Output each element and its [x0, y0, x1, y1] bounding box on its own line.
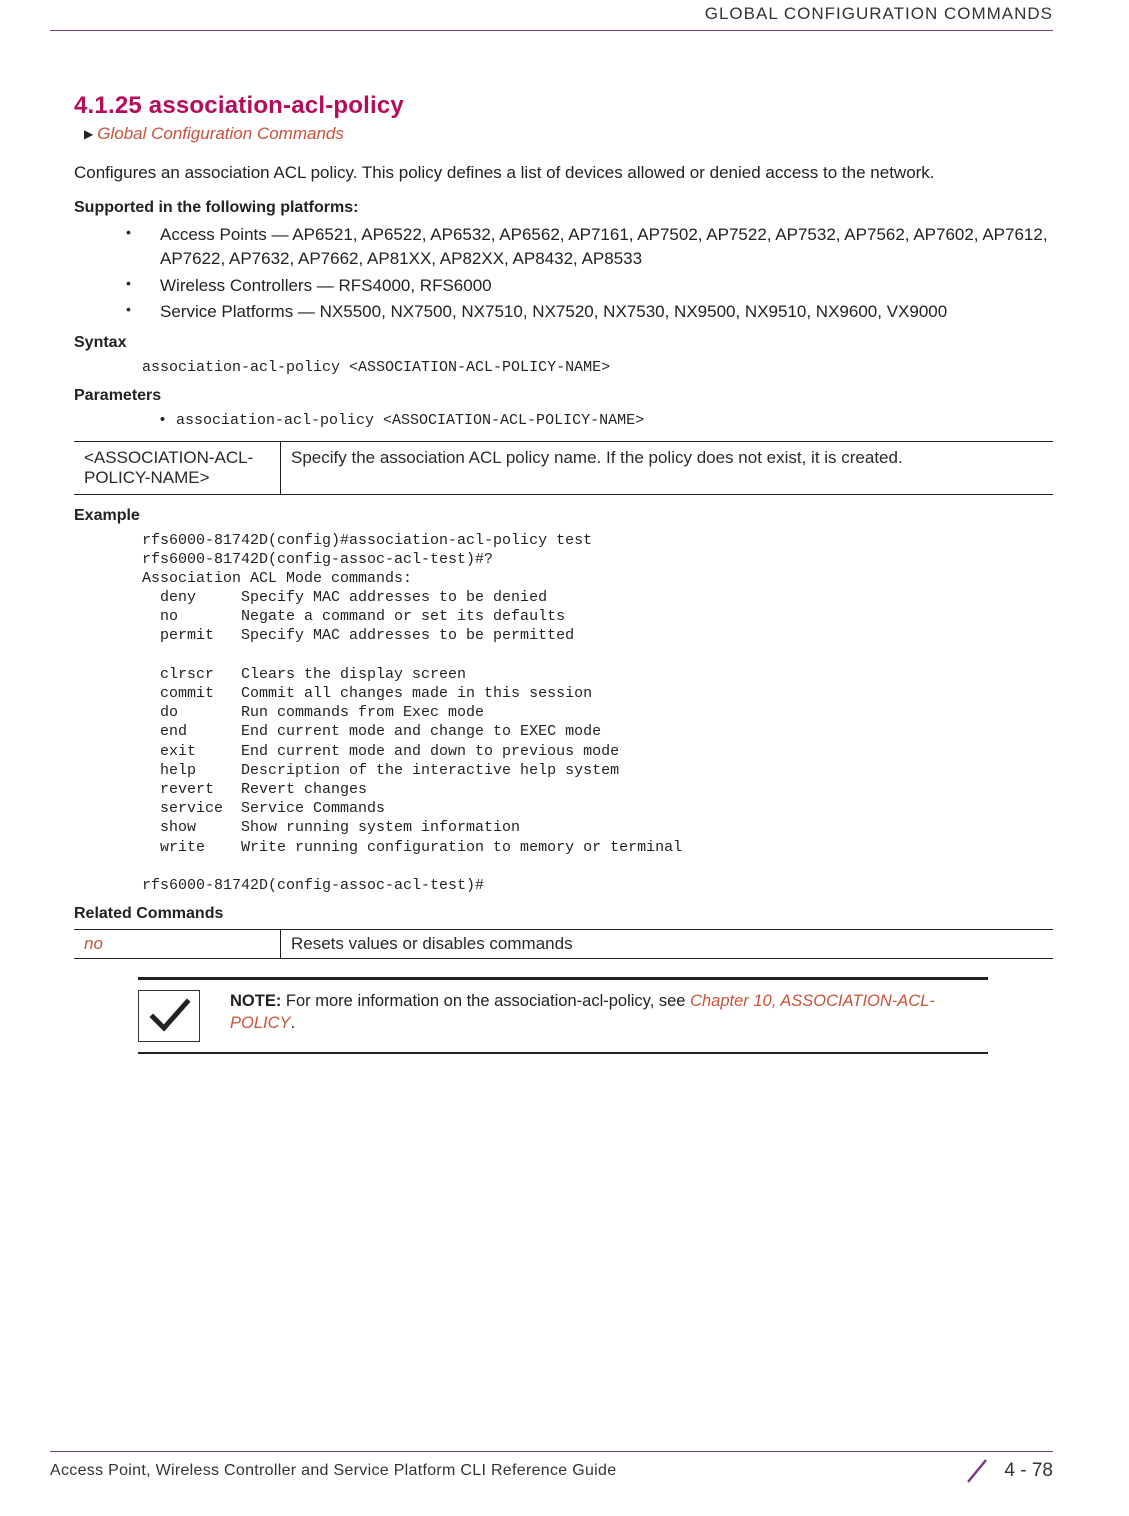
list-item: Service Platforms — NX5500, NX7500, NX75… — [126, 300, 1053, 324]
related-cmd-link[interactable]: no — [84, 934, 103, 953]
parameters-heading: Parameters — [74, 387, 1053, 405]
footer-rule — [50, 1451, 1053, 1452]
note-box: NOTE: For more information on the associ… — [138, 977, 988, 1054]
running-head: GLOBAL CONFIGURATION COMMANDS — [705, 4, 1053, 24]
table-row: <ASSOCIATION-ACL-POLICY-NAME> Specify th… — [74, 441, 1053, 494]
section-description: Configures an association ACL policy. Th… — [74, 162, 1053, 185]
related-cmd-cell[interactable]: no — [74, 930, 281, 959]
param-desc-cell: Specify the association ACL policy name.… — [281, 441, 1054, 494]
example-code: rfs6000-81742D(config)#association-acl-p… — [142, 531, 1053, 896]
list-item: Access Points — AP6521, AP6522, AP6532, … — [126, 223, 1053, 271]
footer-guide-title: Access Point, Wireless Controller and Se… — [50, 1462, 616, 1480]
parameters-table: <ASSOCIATION-ACL-POLICY-NAME> Specify th… — [74, 441, 1053, 495]
checkmark-icon — [138, 990, 200, 1042]
section-title: 4.1.25 association-acl-policy — [74, 92, 1053, 120]
syntax-heading: Syntax — [74, 334, 1053, 352]
page-number-text: 4 - 78 — [1004, 1460, 1053, 1482]
platform-list: Access Points — AP6521, AP6522, AP6532, … — [74, 223, 1053, 324]
supported-heading: Supported in the following platforms: — [74, 199, 1053, 217]
param-name-cell: <ASSOCIATION-ACL-POLICY-NAME> — [74, 441, 281, 494]
related-heading: Related Commands — [74, 905, 1053, 923]
note-rule-bottom — [138, 1052, 988, 1054]
breadcrumb-arrow-icon: ▶ — [84, 127, 93, 141]
syntax-code: association-acl-policy <ASSOCIATION-ACL-… — [142, 358, 1053, 377]
note-label: NOTE: — [230, 992, 281, 1010]
related-commands-table: no Resets values or disables commands — [74, 929, 1053, 959]
footer-page-number: 4 - 78 — [964, 1458, 1053, 1484]
note-text: NOTE: For more information on the associ… — [230, 990, 980, 1042]
breadcrumb[interactable]: ▶ Global Configuration Commands — [74, 124, 1053, 144]
parameters-bullet: • association-acl-policy <ASSOCIATION-AC… — [158, 411, 1053, 430]
page-footer: Access Point, Wireless Controller and Se… — [50, 1451, 1053, 1484]
example-heading: Example — [74, 507, 1053, 525]
list-item: Wireless Controllers — RFS4000, RFS6000 — [126, 274, 1053, 298]
note-prefix: For more information on the association-… — [281, 992, 690, 1010]
related-desc-cell: Resets values or disables commands — [281, 930, 1054, 959]
note-suffix: . — [291, 1014, 296, 1032]
header-rule — [50, 30, 1053, 31]
breadcrumb-text: Global Configuration Commands — [97, 124, 344, 143]
table-row: no Resets values or disables commands — [74, 930, 1053, 959]
slash-icon — [964, 1458, 990, 1484]
